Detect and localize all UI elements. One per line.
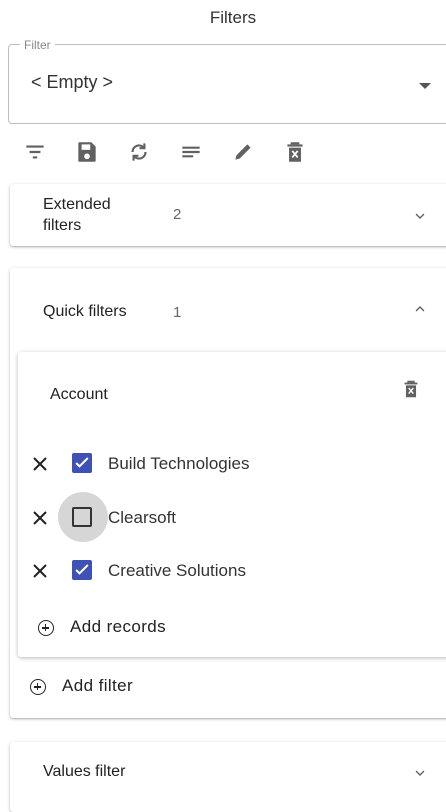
add-circle-icon: [38, 620, 54, 636]
page-title: Filters: [209, 8, 257, 27]
delete-icon[interactable]: [400, 376, 422, 402]
remove-icon[interactable]: [28, 452, 52, 476]
list-item-label: Creative Solutions: [108, 561, 246, 580]
chevron-down-icon[interactable]: [412, 765, 425, 776]
values-filter-title: Values filter: [43, 763, 126, 780]
list-item: Clearsoft: [28, 492, 408, 542]
extended-filters-panel[interactable]: Extended filters 2: [10, 184, 446, 246]
filter-list-icon[interactable]: [20, 137, 50, 167]
remove-icon[interactable]: [28, 559, 52, 583]
chevron-down-icon[interactable]: [412, 208, 425, 219]
values-filter-panel[interactable]: Values filter: [10, 742, 446, 812]
notes-icon[interactable]: [176, 137, 206, 167]
list-item: Creative Solutions: [28, 556, 408, 586]
list-item-label: Build Technologies: [108, 454, 250, 473]
chevron-up-icon[interactable]: [412, 301, 425, 312]
add-circle-icon: [30, 679, 46, 695]
checkbox[interactable]: [72, 453, 92, 473]
delete-icon[interactable]: [280, 137, 310, 167]
account-filter-card: Account Build Technologies Clearsoft Cre…: [18, 352, 446, 657]
checkbox[interactable]: [72, 560, 92, 580]
filter-select-value: < Empty >: [31, 72, 114, 92]
list-item-label: Clearsoft: [108, 508, 177, 527]
filter-select-label: Filter: [20, 38, 55, 52]
extended-filters-title: Extended filters: [43, 196, 111, 234]
refresh-icon[interactable]: [124, 137, 154, 167]
account-card-title: Account: [50, 386, 108, 403]
checkbox[interactable]: [72, 507, 92, 527]
list-item: Build Technologies: [28, 449, 408, 479]
filter-select[interactable]: < Empty >: [8, 44, 446, 124]
extended-filters-count: 2: [173, 206, 182, 223]
edit-icon[interactable]: [228, 137, 258, 167]
remove-icon[interactable]: [28, 506, 52, 530]
quick-filters-title: Quick filters: [43, 303, 127, 320]
dropdown-arrow-icon[interactable]: [419, 83, 431, 89]
save-icon[interactable]: [72, 137, 102, 167]
quick-filters-count: 1: [173, 304, 182, 321]
